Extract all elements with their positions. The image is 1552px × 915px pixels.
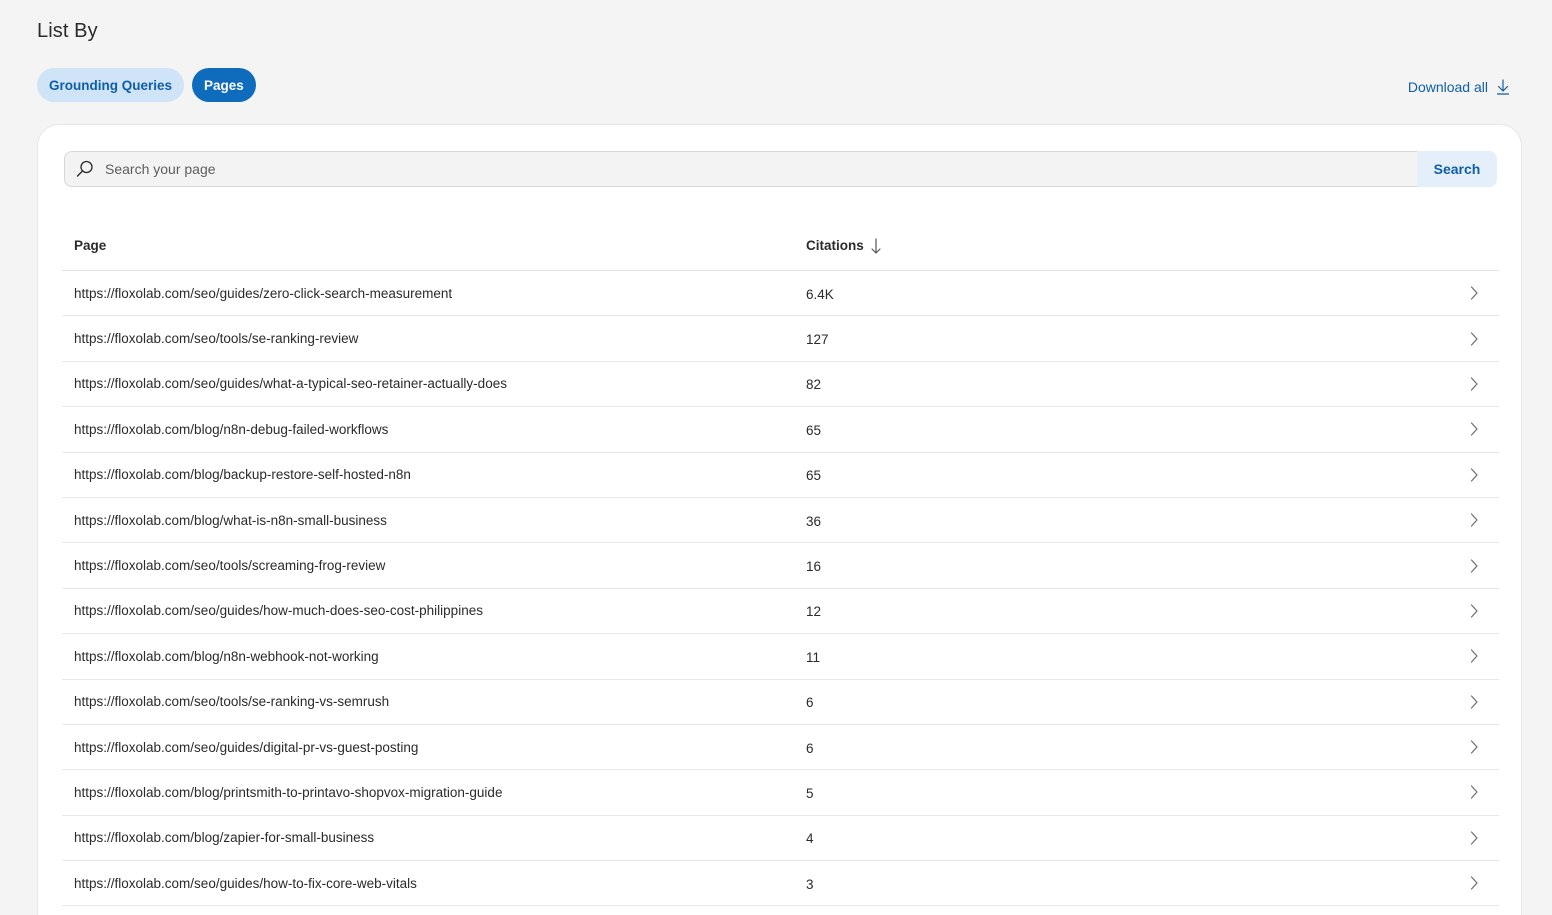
- column-header-page[interactable]: Page: [62, 238, 806, 253]
- chevron-right-icon[interactable]: [1449, 512, 1499, 528]
- chevron-right-icon[interactable]: [1449, 694, 1499, 710]
- page-root: List By Grounding Queries Pages Download…: [0, 0, 1552, 915]
- search-field[interactable]: [64, 151, 1417, 187]
- list-by-tabs: Grounding Queries Pages: [37, 68, 256, 102]
- table-row[interactable]: https://floxolab.com/seo/tools/se-rankin…: [62, 316, 1499, 362]
- table-row[interactable]: https://floxolab.com/seo/guides/how-to-f…: [62, 861, 1499, 907]
- chevron-right-icon[interactable]: [1449, 739, 1499, 755]
- citations-header-label: Citations: [806, 238, 864, 253]
- chevron-right-icon[interactable]: [1449, 376, 1499, 392]
- tab-grounding-queries[interactable]: Grounding Queries: [37, 68, 185, 102]
- table-row[interactable]: https://floxolab.com/seo/guides/what-a-t…: [62, 362, 1499, 408]
- tab-pages[interactable]: Pages: [192, 68, 256, 102]
- table-row[interactable]: https://floxolab.com/blog/what-is-n8n-sm…: [62, 498, 1499, 544]
- row-citations: 6: [806, 695, 814, 711]
- chevron-right-icon[interactable]: [1449, 421, 1499, 437]
- row-page-url: https://floxolab.com/seo/guides/how-to-f…: [74, 875, 417, 891]
- row-citations: 12: [806, 604, 822, 620]
- row-citations: 65: [806, 422, 822, 438]
- table-header: Page Citations: [62, 221, 1499, 271]
- row-page-url: https://floxolab.com/blog/n8n-webhook-no…: [74, 648, 379, 664]
- row-citations: 16: [806, 559, 822, 575]
- row-citations: 127: [806, 332, 829, 348]
- chevron-right-icon[interactable]: [1449, 558, 1499, 574]
- row-page-url: https://floxolab.com/seo/guides/what-a-t…: [74, 376, 507, 392]
- table-body: https://floxolab.com/seo/guides/zero-cli…: [62, 271, 1499, 907]
- table-row[interactable]: https://floxolab.com/seo/guides/how-much…: [62, 589, 1499, 635]
- chevron-right-icon[interactable]: [1449, 467, 1499, 483]
- row-citations: 6: [806, 740, 814, 756]
- row-page-url: https://floxolab.com/blog/backup-restore…: [74, 467, 411, 483]
- table-row[interactable]: https://floxolab.com/blog/zapier-for-sma…: [62, 816, 1499, 862]
- download-all-label: Download all: [1407, 79, 1488, 95]
- table-row[interactable]: https://floxolab.com/seo/guides/digital-…: [62, 725, 1499, 771]
- table-row[interactable]: https://floxolab.com/blog/backup-restore…: [62, 453, 1499, 498]
- table-row[interactable]: https://floxolab.com/seo/tools/screaming…: [62, 543, 1499, 589]
- row-citations: 65: [806, 468, 822, 484]
- chevron-right-icon[interactable]: [1449, 648, 1499, 664]
- row-citations: 82: [806, 377, 822, 393]
- row-page-url: https://floxolab.com/blog/zapier-for-sma…: [74, 830, 375, 846]
- row-page-url: https://floxolab.com/seo/tools/se-rankin…: [74, 694, 390, 710]
- table-row[interactable]: https://floxolab.com/blog/n8n-debug-fail…: [62, 407, 1499, 453]
- row-page-url: https://floxolab.com/seo/guides/zero-cli…: [74, 285, 453, 301]
- row-citations: 6.4K: [806, 286, 834, 302]
- pages-table: Page Citations https://floxolab.com/seo/…: [62, 221, 1499, 907]
- table-row[interactable]: https://floxolab.com/blog/n8n-webhook-no…: [62, 634, 1499, 680]
- row-page-url: https://floxolab.com/blog/n8n-debug-fail…: [74, 421, 389, 437]
- chevron-right-icon[interactable]: [1449, 875, 1499, 891]
- row-citations: 3: [806, 876, 814, 892]
- table-row[interactable]: https://floxolab.com/seo/guides/zero-cli…: [62, 271, 1499, 317]
- row-page-url: https://floxolab.com/seo/guides/digital-…: [74, 739, 419, 755]
- chevron-right-icon[interactable]: [1449, 830, 1499, 846]
- row-page-url: https://floxolab.com/blog/what-is-n8n-sm…: [74, 512, 387, 528]
- row-page-url: https://floxolab.com/seo/guides/how-much…: [74, 603, 483, 619]
- chevron-right-icon[interactable]: [1449, 285, 1499, 301]
- row-page-url: https://floxolab.com/seo/tools/se-rankin…: [74, 331, 359, 347]
- search-bar: Search: [64, 151, 1497, 187]
- row-page-url: https://floxolab.com/seo/tools/screaming…: [74, 558, 386, 574]
- chevron-right-icon[interactable]: [1449, 331, 1499, 347]
- pages-card: Search Page Citations https://floxolab.c…: [37, 124, 1522, 915]
- row-page-url: https://floxolab.com/blog/printsmith-to-…: [74, 784, 503, 800]
- row-citations: 36: [806, 513, 822, 529]
- search-button[interactable]: Search: [1417, 151, 1497, 187]
- row-citations: 4: [806, 831, 814, 847]
- chevron-right-icon[interactable]: [1449, 603, 1499, 619]
- download-all-button[interactable]: Download all: [1408, 79, 1510, 95]
- table-row[interactable]: https://floxolab.com/blog/printsmith-to-…: [62, 770, 1499, 816]
- row-citations: 5: [806, 785, 814, 801]
- page-title: List By: [37, 20, 98, 42]
- arrow-down-icon: [870, 237, 882, 255]
- search-icon: [75, 159, 95, 179]
- download-icon: [1496, 79, 1510, 95]
- chevron-right-icon[interactable]: [1449, 784, 1499, 800]
- row-citations: 11: [806, 649, 821, 665]
- table-row[interactable]: https://floxolab.com/seo/tools/se-rankin…: [62, 680, 1499, 725]
- search-input[interactable]: [105, 161, 1417, 177]
- column-header-citations[interactable]: Citations: [806, 237, 1449, 255]
